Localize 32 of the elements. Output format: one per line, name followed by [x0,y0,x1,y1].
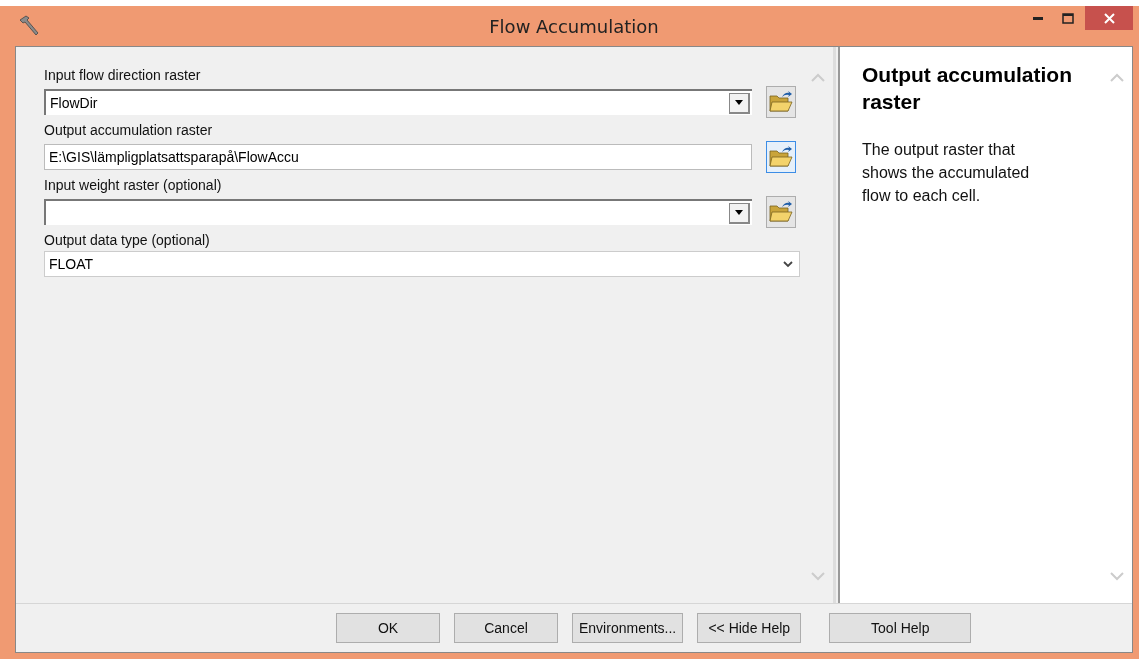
browse-button[interactable] [766,86,796,118]
help-text: The output raster that shows the accumulated flow to each cell. [862,140,1031,206]
caret-icon [735,100,743,105]
dropdown-button[interactable] [729,92,750,114]
parameter-label: Output data type (optional) [44,232,211,248]
combo-box[interactable] [44,199,752,225]
dialog-button[interactable]: << Hide Help [697,613,802,643]
parameter-label: Output accumulation raster [44,122,214,138]
dialog-button[interactable]: Tool Help [829,613,972,643]
browse-button[interactable] [766,141,796,173]
parameter-label: Input weight raster (optional) [44,177,223,193]
parameter-label: Input flow direction raster [44,67,202,83]
dialog-button[interactable]: Environments... [572,613,684,643]
folder-icon [769,91,793,113]
combo-box[interactable]: FlowDir [44,89,752,115]
maximize-icon [1062,12,1074,24]
browse-button[interactable] [766,196,796,228]
window-title: Flow Accumulation [489,15,659,37]
help-title: Output accumulation raster [862,62,1073,115]
caret-icon [735,210,743,215]
hammer-icon [17,14,41,38]
folder-icon [769,146,793,168]
input-field[interactable]: E:\GIS\lämpligplatsattsparapå\FlowAccu [44,144,752,170]
minimize-icon [1033,16,1043,20]
dialog-button[interactable]: Cancel [454,613,558,643]
folder-icon [769,201,793,223]
select-field[interactable]: FLOAT [44,251,800,277]
dropdown-button[interactable] [729,202,750,224]
chevron-down-icon [783,260,793,268]
close-button[interactable] [1085,6,1133,30]
close-icon [1103,12,1115,24]
dialog-button[interactable]: OK [336,613,440,643]
